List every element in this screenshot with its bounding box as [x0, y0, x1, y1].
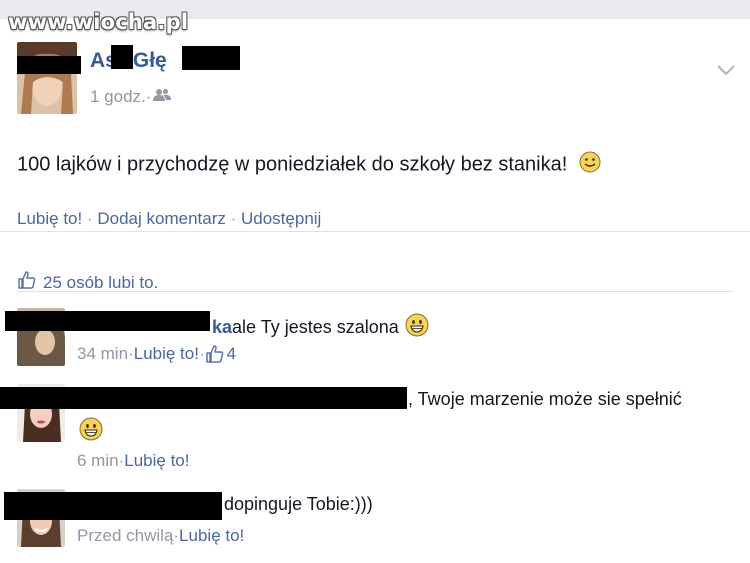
share-link[interactable]: Udostępnij: [241, 209, 321, 228]
comment-text: , Twoje marzenie może sie spełnić: [408, 389, 682, 409]
grin-icon: [79, 417, 103, 446]
author-avatar-redaction: [17, 56, 81, 74]
author-name-redaction-1: [111, 45, 133, 69]
post-meta: 1 godz. ·: [90, 87, 172, 107]
comment-like-link[interactable]: Lubię to!: [134, 344, 199, 364]
comment-time[interactable]: Przed chwilą: [77, 526, 173, 546]
comment-like-count[interactable]: 4: [227, 344, 236, 364]
chevron-down-icon[interactable]: [716, 63, 736, 81]
author-name-mid: Głę: [132, 49, 167, 72]
comment-meta: 6 min · Lubię to!: [77, 451, 189, 471]
smiley-icon: [579, 151, 601, 179]
comment-meta: 34 min · Lubię to! · 4: [77, 344, 236, 364]
comment-text: dopinguje Tobie:))): [224, 494, 373, 514]
post-text-content: 100 lajków i przychodzę w poniedziałek d…: [17, 153, 568, 176]
commenter-name-redaction: [5, 311, 210, 331]
watermark: www.wiocha.pl: [8, 10, 189, 34]
comment-body: , Twoje marzenie może sie spełnić: [408, 389, 682, 410]
comment-body: ka ale Ty jestes szalona: [212, 313, 429, 342]
likes-summary-text: 25 osób lubi to.: [43, 272, 159, 292]
comment-meta: Przed chwilą · Lubię to!: [77, 526, 244, 546]
actions-separator: ·: [230, 209, 241, 228]
post-actions: Lubię to! · Dodaj komentarz · Udostępnij: [17, 209, 321, 229]
grin-icon: [405, 313, 429, 342]
post-time[interactable]: 1 godz.: [90, 87, 146, 107]
commenter-name-redaction: [0, 387, 407, 409]
comment-like-link[interactable]: Lubię to!: [179, 526, 244, 546]
actions-separator: ·: [86, 209, 98, 228]
friends-audience-icon[interactable]: [153, 87, 172, 107]
thumbs-up-icon[interactable]: [205, 344, 225, 364]
comment-text: ale Ty jestes szalona: [232, 317, 399, 337]
comment-time[interactable]: 34 min: [77, 344, 128, 364]
post-text: 100 lajków i przychodzę w poniedziałek d…: [17, 151, 601, 179]
author-avatar-image: [17, 42, 77, 114]
commenter-name-redaction: [4, 492, 222, 520]
author-avatar[interactable]: [17, 42, 77, 114]
like-link[interactable]: Lubię to!: [17, 209, 82, 228]
comment-body: dopinguje Tobie:))): [224, 494, 373, 515]
author-name-redaction-2: [182, 46, 240, 70]
comment-like-link[interactable]: Lubię to!: [124, 451, 189, 471]
divider: [0, 231, 750, 232]
comment-time[interactable]: 6 min: [77, 451, 119, 471]
commenter-name-tail[interactable]: ka: [212, 317, 232, 338]
meta-separator: ·: [145, 87, 152, 106]
comment-link[interactable]: Dodaj komentarz: [97, 209, 226, 228]
post-card: As Głę 1 godz. · 100 lajków i przychodzę …: [0, 19, 750, 563]
divider: [17, 291, 733, 292]
